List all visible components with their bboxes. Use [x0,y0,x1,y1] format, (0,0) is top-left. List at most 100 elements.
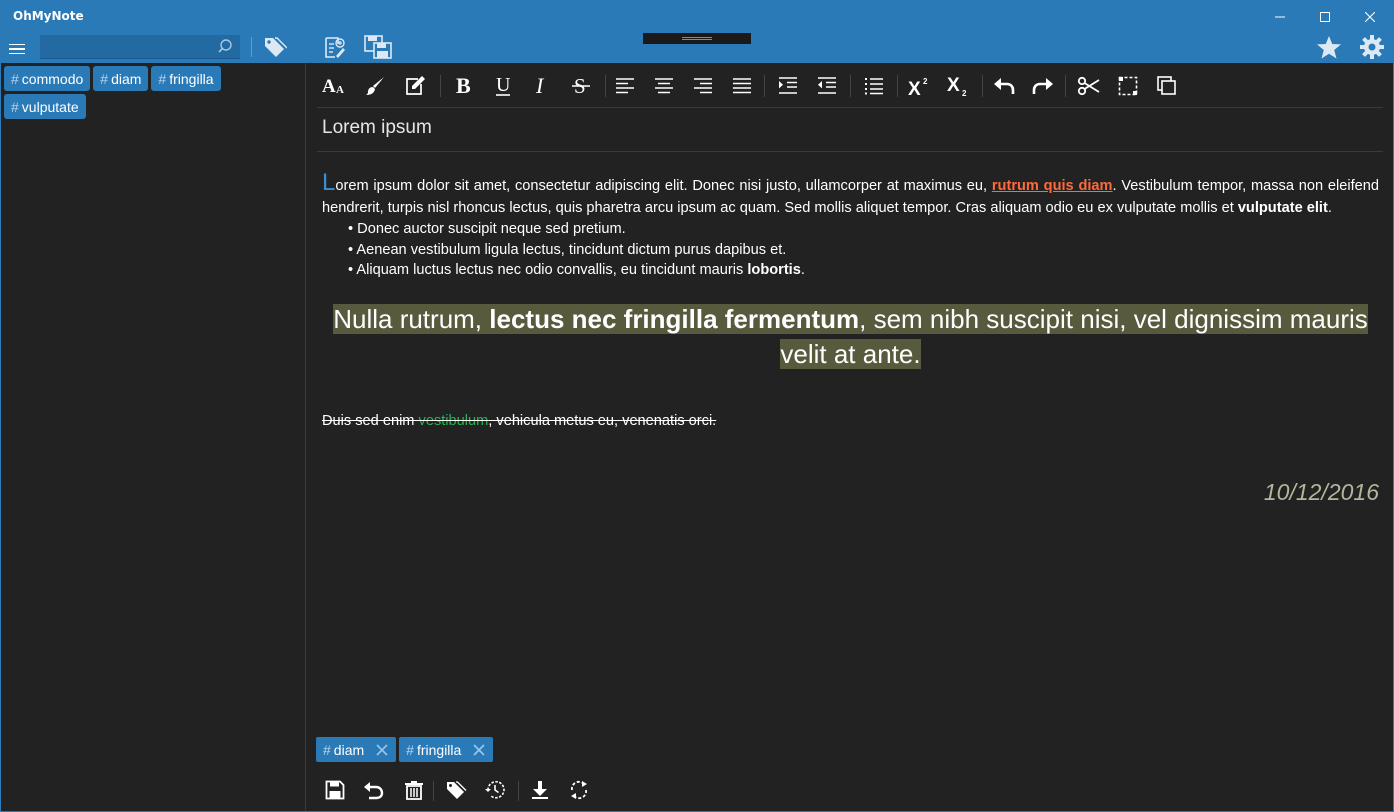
settings-button[interactable] [1357,33,1387,61]
strikethrough-button[interactable]: S [566,71,596,101]
select-all-button[interactable] [1113,71,1143,101]
tag-cloud: # commodo # diam # fringilla # vulputate [4,66,294,119]
outdent-button[interactable] [812,71,842,101]
bulleted-list-icon [865,78,883,95]
copy-button[interactable] [1152,71,1182,101]
cut-button[interactable] [1074,71,1104,101]
sync-button[interactable] [564,775,594,805]
outdent-icon [818,77,836,94]
favorite-button[interactable] [1314,33,1344,61]
menu-button[interactable] [9,39,33,59]
green-text: vestibulum [418,412,489,429]
copy-icon [1157,76,1176,95]
align-justify-icon [733,78,751,94]
undo-button[interactable] [989,71,1019,101]
edit-button[interactable] [400,71,430,101]
bulleted-list-button[interactable] [859,71,889,101]
text-run: . [800,262,805,278]
close-icon [1365,12,1375,22]
list-item-text: Aliquam luctus lectus nec odio convallis… [356,262,748,278]
new-note-button[interactable] [319,33,349,61]
cut-icon [1077,76,1100,96]
save-all-button[interactable] [363,33,393,61]
sidebar: # commodo # diam # fringilla # vulputate [1,63,306,811]
select-all-icon [1118,76,1138,96]
search-box [40,35,240,59]
strikethrough-paragraph: Duis sed enim vestibulum, vehicula metus… [322,410,1379,432]
inline-link[interactable]: rutrum quis diam [992,178,1113,194]
align-left-icon [616,78,634,94]
drag-handle[interactable] [643,33,751,44]
sidebar-tag-vulputate[interactable]: # vulputate [4,94,86,119]
toolbar-divider [317,107,1383,108]
undo-icon [994,78,1015,94]
delete-button[interactable] [399,775,429,805]
tag-label: commodo [21,70,84,87]
minimize-button[interactable] [1257,1,1303,33]
align-justify-button[interactable] [727,71,757,101]
superscript-button[interactable]: X2 [904,71,934,101]
remove-tag-button[interactable] [374,742,390,758]
tags-button[interactable] [441,775,471,805]
save-all-icon [364,35,392,59]
superscript-icon: X2 [908,77,928,97]
save-button[interactable] [320,775,350,805]
tag-button[interactable] [259,33,289,61]
bullet-list: Donec auctor suscipit neque sed pretium.… [322,219,1379,281]
toolbar-separator [251,37,252,57]
bold-button[interactable]: B [449,71,479,101]
maximize-icon [1320,12,1330,22]
tag-hash: # [323,741,331,758]
toolbar-separator [764,75,765,97]
note-tag-diam[interactable]: # diam [316,737,397,762]
text-run: Nulla rutrum, [333,303,490,334]
note-body[interactable]: Lorem ipsum dolor sit amet, consectetur … [322,171,1379,432]
svg-text:X: X [908,79,921,97]
app-window: OhMyNote # commodo # diam # fringilla # … [0,0,1394,812]
sidebar-tag-commodo[interactable]: # commodo [4,66,91,91]
paragraph: Lorem ipsum dolor sit amet, consectetur … [322,171,1379,219]
svg-text:X: X [947,75,960,96]
note-title[interactable]: Lorem ipsum [322,117,432,139]
svg-text:B: B [456,75,471,97]
toolbar-separator [897,75,898,97]
search-icon[interactable] [218,38,236,56]
remove-tag-button[interactable] [471,742,487,758]
close-button[interactable] [1347,1,1393,33]
revert-icon [364,782,384,800]
format-toolbar: AA B U I S X 2 X 2 [319,69,1379,103]
toolbar-separator [982,75,983,97]
indent-button[interactable] [773,71,803,101]
indent-icon [779,77,797,94]
download-button[interactable] [525,775,555,805]
tag-label: vulputate [21,98,79,115]
svg-text:A: A [336,84,344,96]
tag-icon [265,37,287,57]
search-input[interactable] [40,35,212,59]
note-tag-fringilla[interactable]: # fringilla [399,737,494,762]
font-size-button[interactable]: AA [319,71,349,101]
favorite-star-icon [1317,36,1341,59]
toolbar-separator [850,75,851,97]
tags-icon [447,781,467,799]
subscript-button[interactable]: X2 [943,71,973,101]
list-item: Donec auctor suscipit neque sed pretium. [348,219,1379,240]
italic-icon: I [535,75,545,97]
underline-button[interactable]: U [488,71,518,101]
brush-button[interactable] [361,71,391,101]
revert-button[interactable] [359,775,389,805]
italic-button[interactable]: I [527,71,557,101]
sidebar-tag-diam[interactable]: # diam [93,66,149,91]
align-right-icon [694,78,712,94]
toolbar-separator [518,781,519,801]
list-item: Aenean vestibulum ligula lectus, tincidu… [348,240,1379,261]
highlighted-text: Nulla rutrum, lectus nec fringilla ferme… [333,303,1368,334]
sidebar-tag-fringilla[interactable]: # fringilla [151,66,221,91]
tag-hash: # [100,70,109,87]
redo-button[interactable] [1028,71,1058,101]
maximize-button[interactable] [1302,1,1348,33]
align-center-button[interactable] [649,71,679,101]
align-left-button[interactable] [610,71,640,101]
history-button[interactable] [480,775,510,805]
align-right-button[interactable] [688,71,718,101]
